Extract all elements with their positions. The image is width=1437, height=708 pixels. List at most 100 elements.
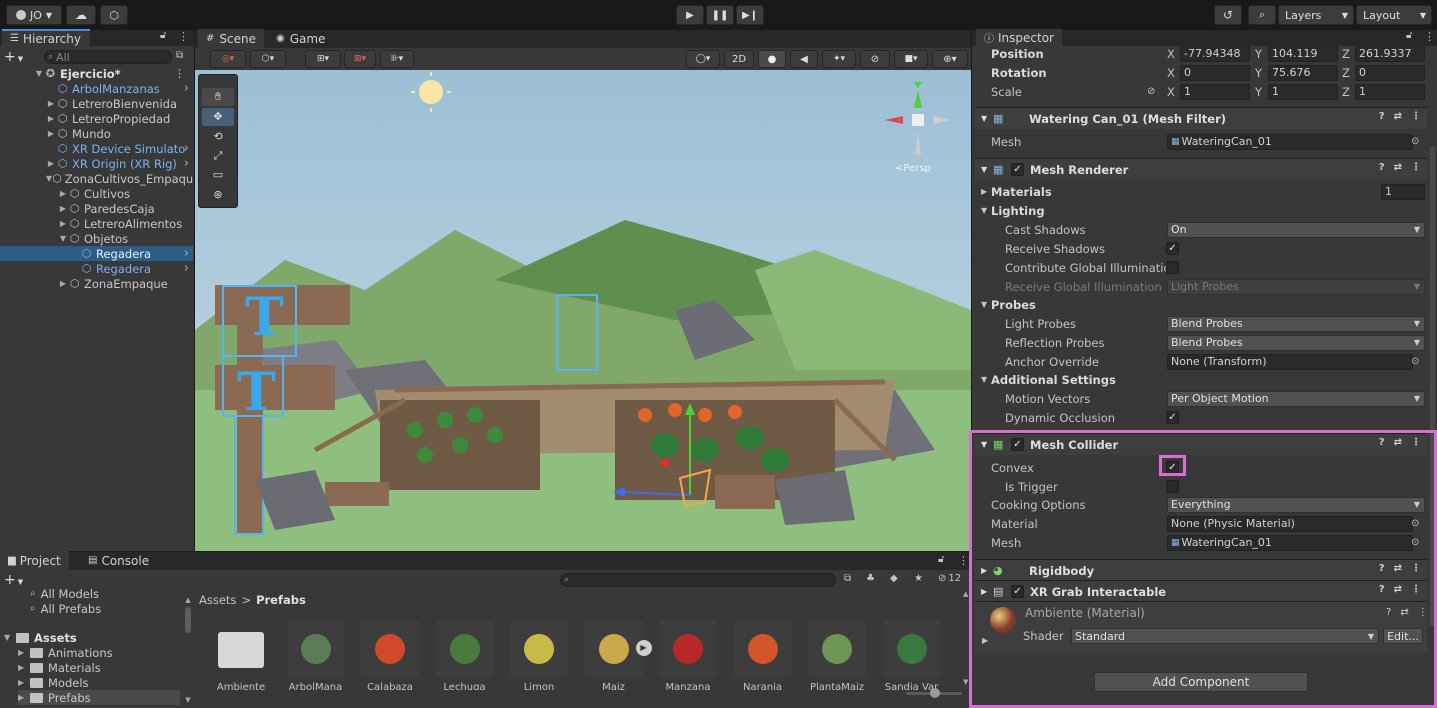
rotation-x-field[interactable]: 0 (1180, 64, 1250, 81)
position-z-field[interactable]: 261.9337 (1355, 45, 1425, 62)
hierarchy-item[interactable]: ⬡ Regadera › (0, 261, 193, 276)
asset-thumbnail[interactable] (808, 620, 866, 678)
hidden-objects-toggle[interactable]: ⊘ (860, 50, 890, 68)
cast-shadows-dropdown[interactable]: On ▼ (1167, 221, 1425, 238)
project-tree-item[interactable]: ▶ Animations (18, 645, 113, 660)
hierarchy-item[interactable]: ⬡ Regadera › (0, 246, 193, 261)
hierarchy-search-input[interactable]: ⌕ All (44, 50, 172, 64)
hierarchy-item[interactable]: ▶ ⬡ XR Origin (XR Rig) › (0, 156, 193, 171)
chevron-right-icon[interactable]: › (184, 141, 189, 156)
gizmos-button[interactable]: ⊕▾ (932, 50, 968, 68)
audio-toggle[interactable]: ◀ (790, 50, 818, 68)
foldout-arrow-icon[interactable]: ▼ (981, 165, 993, 174)
axis-y-label[interactable]: Y (1255, 66, 1262, 80)
presets-icon[interactable]: ⇄ (1394, 111, 1402, 122)
hierarchy-item[interactable]: ▶ ⬡ ParedesCaja (0, 201, 193, 216)
scroll-up-icon[interactable]: ▲ (184, 596, 192, 604)
project-tree-item[interactable]: ▼ Assets (4, 630, 77, 645)
project-tree-item[interactable]: ▶ Models (18, 675, 89, 690)
scale-z-field[interactable]: 1 (1355, 83, 1425, 100)
camera-button[interactable]: ■▾ (894, 50, 928, 68)
lock-icon[interactable]: 🔓︎ (1406, 30, 1412, 41)
hierarchy-item[interactable]: ⬡ ArbolManzanas › (0, 81, 193, 96)
hierarchy-item[interactable]: ⬡ XR Device Simulato › (0, 141, 193, 156)
hierarchy-item[interactable]: ▶ ⬡ Mundo (0, 126, 193, 141)
asset-thumbnail[interactable] (510, 620, 568, 678)
chevron-right-icon[interactable]: › (184, 261, 189, 276)
hierarchy-item[interactable]: ▶ ⬡ LetreroBienvenida (0, 96, 193, 111)
asset-thumbnail[interactable] (361, 620, 419, 678)
more-options-icon[interactable]: ⋮ (1411, 111, 1421, 122)
contribute-gi-checkbox[interactable] (1166, 261, 1179, 274)
step-button[interactable]: ▶❙ (736, 5, 764, 25)
help-icon[interactable]: ? (1379, 162, 1385, 173)
axis-y-label[interactable]: Y (1255, 47, 1262, 61)
asset-thumbnail[interactable] (882, 620, 941, 678)
anchor-override-field[interactable]: None (Transform) (1167, 353, 1413, 370)
layout-dropdown[interactable]: Layout ▼ (1356, 5, 1432, 25)
asset-thumbnail[interactable] (584, 620, 643, 678)
axis-x-label[interactable]: X (1167, 85, 1175, 99)
scroll-thumb[interactable] (185, 607, 191, 633)
position-x-field[interactable]: -77.94348 (1180, 45, 1250, 62)
breadcrumb-root[interactable]: Assets (199, 593, 236, 607)
foldout-arrow-icon[interactable]: ▶ (58, 189, 68, 198)
hand-tool[interactable]: ✋︎ (202, 88, 234, 106)
rotation-y-field[interactable]: 75.676 (1268, 64, 1338, 81)
star-icon[interactable]: ★ (914, 573, 923, 584)
search-button[interactable]: ⌕ (1248, 5, 1276, 25)
play-icon[interactable]: ▶ (635, 640, 652, 656)
shading-button[interactable]: ⬡▾ (250, 50, 286, 68)
asset-thumbnail[interactable] (733, 620, 792, 678)
asset-thumbnail[interactable] (435, 620, 494, 678)
axis-z-label[interactable]: Z (1342, 85, 1350, 99)
scroll-down-icon[interactable]: ▼ (184, 696, 192, 704)
tab-console[interactable]: ▤ Console (80, 551, 157, 570)
project-tree-item[interactable]: ⌕ All Models (30, 586, 99, 601)
motion-vectors-dropdown[interactable]: Per Object Motion ▼ (1167, 390, 1425, 407)
lighting-toggle[interactable]: ● (758, 50, 786, 68)
hierarchy-item[interactable]: ▶ ⬡ Cultivos (0, 186, 193, 201)
foldout-arrow-icon[interactable]: ▶ (46, 159, 56, 168)
perspective-label[interactable]: <Persp (895, 163, 931, 174)
chevron-right-icon[interactable]: › (184, 246, 189, 261)
hierarchy-item[interactable]: ▶ ⬡ LetreroAlimentos (0, 216, 193, 231)
filter-by-label-icon[interactable]: ♣ (866, 573, 875, 584)
axis-x-label[interactable]: X (1167, 66, 1175, 80)
presets-icon[interactable]: ⇄ (1394, 162, 1402, 173)
foldout-arrow-icon[interactable]: ▶ (18, 648, 30, 657)
constrain-proportions-icon[interactable]: ⊘ (1147, 86, 1155, 97)
asset-thumbnail[interactable] (212, 620, 270, 678)
render-mode-button[interactable]: ◯▾ (686, 50, 720, 68)
foldout-arrow-icon[interactable]: ▼ (4, 633, 16, 642)
foldout-arrow-icon[interactable]: ▶ (46, 114, 56, 123)
move-tool[interactable]: ✥ (202, 108, 234, 126)
lighting-row[interactable]: ▼ Lighting (975, 201, 1427, 220)
axis-z-label[interactable]: Z (1342, 47, 1350, 61)
lock-icon[interactable]: 🔓︎ (160, 30, 166, 41)
more-options-icon[interactable]: ⋮ (178, 30, 189, 43)
hierarchy-item[interactable]: ▼ ⬡ ZonaCultivos_Empaqu (0, 171, 193, 186)
object-picker-icon[interactable]: ⊙ (1411, 136, 1419, 147)
help-icon[interactable]: ? (1379, 111, 1385, 122)
hierarchy-item[interactable]: ▶ ⬡ ZonaEmpaque (0, 276, 193, 291)
foldout-arrow-icon[interactable]: ▼ (981, 114, 993, 123)
tab-hierarchy[interactable]: ☰ Hierarchy (2, 29, 90, 46)
materials-count-field[interactable]: 1 (1381, 183, 1425, 200)
filter-icon[interactable]: ⧉ (176, 50, 183, 61)
hidden-packages-toggle[interactable]: ⊘ 12 (938, 573, 961, 584)
dynamic-occlusion-checkbox[interactable]: ✓ (1166, 411, 1179, 424)
project-add-button[interactable]: + ▼ (4, 572, 23, 588)
tag-icon[interactable]: ◆ (890, 573, 898, 584)
asset-thumbnail[interactable] (659, 620, 717, 678)
foldout-arrow-icon[interactable]: ▼ (981, 375, 987, 384)
materials-row[interactable]: ▶ Materials 1 (975, 182, 1427, 201)
mesh-renderer-enabled-checkbox[interactable]: ✓ (1011, 163, 1024, 176)
breadcrumb-current[interactable]: Prefabs (256, 593, 306, 607)
effects-toggle[interactable]: ✦▾ (822, 50, 856, 68)
scale-tool[interactable]: ⤢ (202, 147, 234, 165)
search-by-type-icon[interactable]: ⧉ (844, 573, 851, 584)
hierarchy-item[interactable]: ▼ ✪ Ejercicio* ⋮ (0, 66, 193, 81)
foldout-arrow-icon[interactable]: ▶ (58, 279, 68, 288)
tab-game[interactable]: ◉ Game (268, 29, 333, 48)
